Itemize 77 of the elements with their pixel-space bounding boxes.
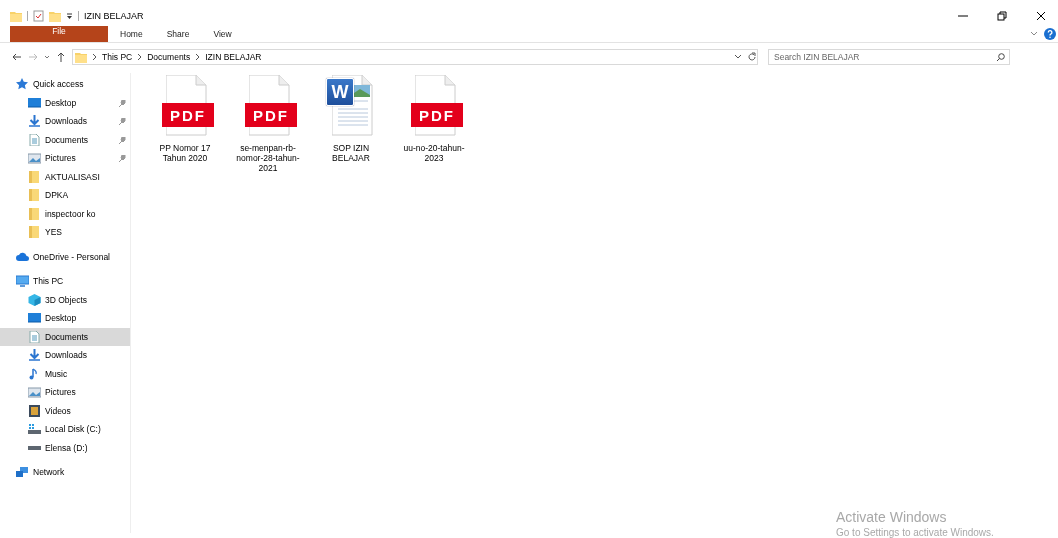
sidebar-item[interactable]: Desktop <box>0 93 130 112</box>
film-icon <box>28 404 41 417</box>
expand-ribbon-icon[interactable] <box>1030 31 1038 37</box>
file-name: PP Nomor 17 Tahun 2020 <box>158 143 212 163</box>
sidebar-item[interactable]: AKTUALISASI <box>0 167 130 186</box>
breadcrumb[interactable]: Documents <box>147 52 191 62</box>
folder-icon <box>28 170 41 183</box>
desktop-icon <box>28 312 41 325</box>
folder-icon <box>75 51 87 63</box>
pictures-icon <box>28 152 41 165</box>
document-icon <box>28 133 41 146</box>
restore-icon <box>997 11 1007 21</box>
breadcrumb[interactable]: This PC <box>102 52 133 62</box>
sidebar-item[interactable]: inspectoor ko <box>0 204 130 223</box>
sidebar-item[interactable]: Downloads <box>0 112 130 131</box>
sidebar-item[interactable]: Network <box>0 463 130 482</box>
cloud-icon <box>16 250 29 263</box>
sidebar-item[interactable]: Documents <box>0 130 130 149</box>
folder-icon <box>28 189 41 202</box>
properties-icon[interactable] <box>33 10 44 22</box>
sidebar-item[interactable]: Downloads <box>0 346 130 365</box>
star-icon <box>16 78 29 91</box>
sidebar-item[interactable]: Music <box>0 364 130 383</box>
recent-locations-icon[interactable] <box>44 54 50 60</box>
back-icon[interactable] <box>12 52 22 62</box>
ribbon-tab[interactable]: Share <box>154 26 202 42</box>
ribbon-tab[interactable]: Home <box>108 26 155 42</box>
desktop-icon <box>28 96 41 109</box>
file-name: uu-no-20-tahun-2023 <box>402 143 466 163</box>
dropdown-icon[interactable] <box>734 54 742 60</box>
network-icon <box>16 466 29 479</box>
pictures-icon <box>28 386 41 399</box>
document-icon <box>28 330 41 343</box>
help-icon[interactable] <box>1044 28 1056 40</box>
sidebar-item[interactable]: This PC <box>0 272 130 291</box>
download-icon <box>28 115 41 128</box>
sidebar-item[interactable]: Documents <box>0 327 130 346</box>
chevron-icon[interactable] <box>92 53 97 61</box>
file-name: SOP IZIN BELAJAR <box>331 143 371 163</box>
chevron-icon[interactable] <box>195 53 201 61</box>
refresh-icon[interactable] <box>747 52 757 62</box>
download-icon <box>28 349 41 362</box>
computer-icon <box>16 275 29 288</box>
up-icon[interactable] <box>56 52 66 62</box>
file-name: se-menpan-rb-nomor-28-tahun-2021 <box>236 143 300 173</box>
sidebar-item[interactable]: YES <box>0 223 130 242</box>
sidebar-item[interactable]: Desktop <box>0 309 130 328</box>
search-icon[interactable] <box>996 53 1005 62</box>
breadcrumb[interactable]: IZIN BELAJAR <box>205 52 262 62</box>
address-bar[interactable]: This PC Documents IZIN BELAJAR <box>72 49 758 65</box>
window-title: IZIN BELAJAR <box>84 11 144 21</box>
file-item[interactable]: W SOP IZIN BELAJAR <box>314 75 388 163</box>
sidebar-item[interactable]: OneDrive - Personal <box>0 247 130 266</box>
close-icon <box>1036 11 1046 21</box>
search-field[interactable]: Search IZIN BELAJAR <box>768 49 1010 65</box>
file-item[interactable]: PDF uu-no-20-tahun-2023 <box>397 75 471 163</box>
folder-icon <box>28 226 41 239</box>
drive-icon <box>28 423 41 436</box>
drive-icon <box>28 445 41 450</box>
chevron-icon[interactable] <box>137 53 143 61</box>
file-item[interactable]: PDF se-menpan-rb-nomor-28-tahun-2021 <box>231 75 305 173</box>
folder-icon <box>28 207 41 220</box>
file-item[interactable]: PDF PP Nomor 17 Tahun 2020 <box>148 75 222 163</box>
dropdown-icon[interactable] <box>66 12 73 20</box>
ribbon-tab[interactable]: View <box>201 26 244 42</box>
sidebar-item[interactable]: DPKA <box>0 186 130 205</box>
sidebar-item[interactable]: Pictures <box>0 383 130 402</box>
activation-message: Go to Settings to activate Windows. <box>836 527 994 538</box>
sidebar-item[interactable]: Local Disk (C:) <box>0 420 130 439</box>
sidebar-item[interactable]: 3D Objects <box>0 290 130 309</box>
sidebar-item[interactable]: Videos <box>0 401 130 420</box>
file-menu-tab[interactable]: File <box>10 26 108 42</box>
sidebar-item[interactable]: Quick access <box>0 75 130 94</box>
activation-title: Activate Windows <box>836 509 948 525</box>
sidebar-item[interactable]: Pictures <box>0 149 130 168</box>
sidebar-item[interactable]: Elensa (D:) <box>0 438 130 457</box>
cube-icon <box>28 293 41 306</box>
